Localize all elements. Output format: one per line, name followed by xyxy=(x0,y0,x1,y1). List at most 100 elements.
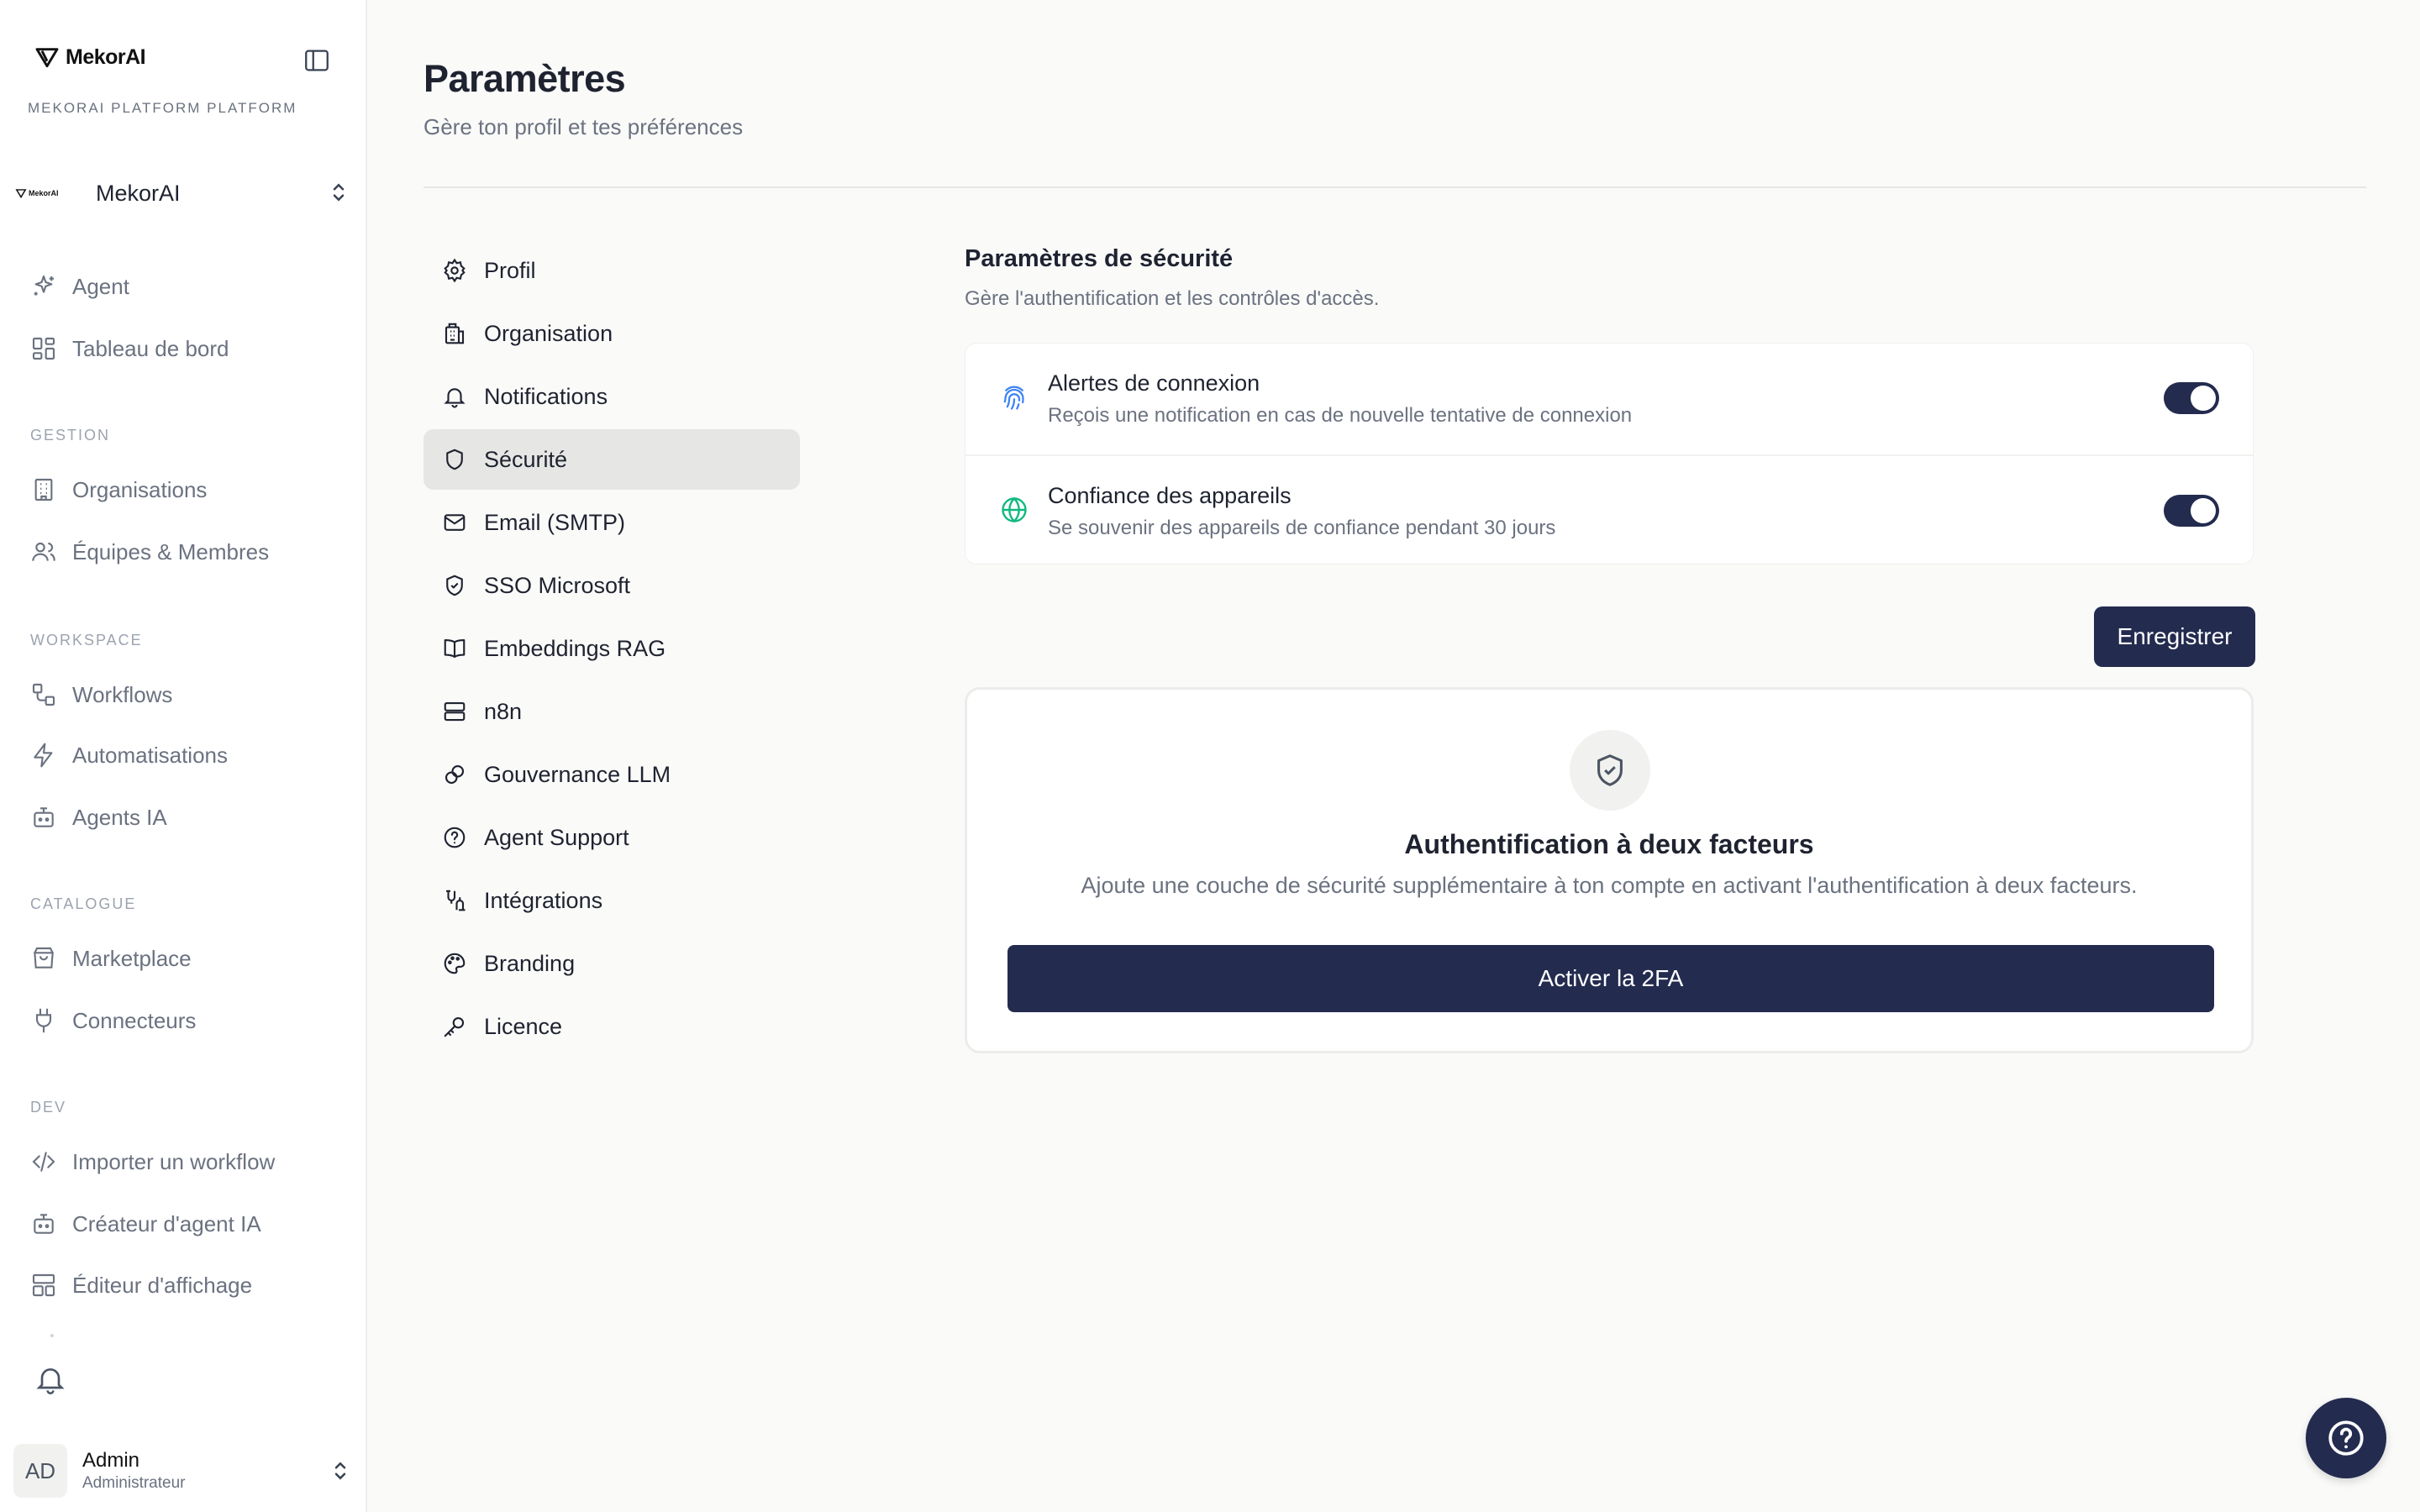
section-title: Paramètres de sécurité xyxy=(965,245,1234,272)
security-options-card: Alertes de connexion Reçois une notifica… xyxy=(965,343,2254,564)
sidebar-item-agent-creator[interactable]: Créateur d'agent IA xyxy=(30,1207,261,1241)
settings-nav-licence[interactable]: Licence xyxy=(424,996,800,1057)
option-title: Alertes de connexion xyxy=(1048,370,1260,396)
settings-nav-label: Profil xyxy=(484,257,536,283)
help-button[interactable] xyxy=(2306,1398,2386,1478)
org-logo-icon xyxy=(15,189,27,199)
bell-icon xyxy=(36,1368,65,1394)
two-factor-icon-wrap xyxy=(1570,730,1650,811)
sidebar-toggle-button[interactable] xyxy=(302,46,331,75)
sidebar-item-connecteurs[interactable]: Connecteurs xyxy=(30,1004,196,1037)
two-factor-description: Ajoute une couche de sécurité supplément… xyxy=(1081,873,2138,898)
settings-nav-label: SSO Microsoft xyxy=(484,572,631,598)
settings-nav-label: Licence xyxy=(484,1013,563,1039)
settings-nav-branding[interactable]: Branding xyxy=(424,933,800,994)
user-name: Admin xyxy=(82,1449,140,1472)
scroll-indicator xyxy=(50,1334,54,1337)
enable-2fa-button[interactable]: Activer la 2FA xyxy=(1007,945,2214,1012)
option-title: Confiance des appareils xyxy=(1048,483,1292,508)
page-subtitle: Gère ton profil et tes préférences xyxy=(424,114,744,139)
sidebar-item-teams[interactable]: Équipes & Membres xyxy=(30,535,269,569)
settings-nav-agent-support[interactable]: Agent Support xyxy=(424,807,800,868)
sidebar-item-workflows[interactable]: Workflows xyxy=(30,678,172,711)
platform-label: MEKORAI PLATFORM PLATFORM xyxy=(28,100,297,116)
two-factor-title: Authentification à deux facteurs xyxy=(1404,829,1814,859)
sidebar-item-label: Organisations xyxy=(72,476,208,502)
sidebar-item-label: Créateur d'agent IA xyxy=(72,1210,261,1236)
building-icon xyxy=(34,478,53,501)
page-title: Paramètres xyxy=(424,57,626,100)
header-divider xyxy=(424,186,2366,188)
settings-nav-label: Agent Support xyxy=(484,824,629,850)
shield-check-icon xyxy=(446,575,463,596)
shield-icon xyxy=(446,449,463,470)
avatar: AD xyxy=(13,1444,67,1498)
chevrons-up-down-icon xyxy=(334,1462,346,1480)
settings-nav-label: Intégrations xyxy=(484,887,603,913)
settings-nav-notifications[interactable]: Notifications xyxy=(424,366,800,427)
toggle-knob xyxy=(2191,386,2216,411)
bot-icon xyxy=(34,807,54,827)
settings-nav-organisation[interactable]: Organisation xyxy=(424,303,800,364)
fingerprint-icon xyxy=(1003,386,1024,410)
sidebar-item-label: Éditeur d'affichage xyxy=(72,1272,253,1298)
sidebar-item-agent[interactable]: Agent xyxy=(30,270,129,303)
section-heading-dev: DEV xyxy=(30,1099,67,1116)
sidebar-item-label: Équipes & Membres xyxy=(72,538,270,564)
settings-nav-email[interactable]: Email (SMTP) xyxy=(424,492,800,553)
settings-nav-label: Gouvernance LLM xyxy=(484,761,671,787)
sidebar-item-label: Tableau de bord xyxy=(72,335,229,361)
sidebar-item-marketplace[interactable]: Marketplace xyxy=(30,942,192,975)
key-icon xyxy=(444,1016,465,1037)
sidebar-item-label: Connecteurs xyxy=(72,1007,197,1033)
user-menu[interactable]: AD Admin Administrateur xyxy=(13,1443,353,1499)
users-icon xyxy=(32,542,55,561)
building-icon xyxy=(445,323,465,344)
two-factor-card: Authentification à deux facteurs Ajoute … xyxy=(965,687,2254,1053)
code-icon xyxy=(32,1152,55,1172)
brand-logo[interactable]: MekorAI xyxy=(34,44,146,71)
bell-icon xyxy=(444,388,466,408)
settings-nav-integrations[interactable]: Intégrations xyxy=(424,870,800,931)
sparkles-icon xyxy=(34,275,54,296)
sidebar-item-import-workflow[interactable]: Importer un workflow xyxy=(30,1145,275,1179)
org-name: MekorAI xyxy=(96,180,181,206)
section-heading-gestion: GESTION xyxy=(30,427,111,444)
settings-nav-label: Embeddings RAG xyxy=(484,635,666,661)
logo-icon xyxy=(35,48,59,68)
zap-icon xyxy=(34,743,53,768)
settings-nav-n8n[interactable]: n8n xyxy=(424,681,800,742)
gear-icon xyxy=(444,258,466,283)
section-subtitle: Gère l'authentification et les contrôles… xyxy=(965,287,1380,310)
org-logo-text: MekorAI xyxy=(29,189,59,197)
device-trust-toggle[interactable] xyxy=(2164,495,2219,527)
sidebar-item-label: Workflows xyxy=(72,681,173,707)
settings-nav-label: Organisation xyxy=(484,320,613,346)
sidebar-item-label: Importer un workflow xyxy=(72,1148,276,1174)
notifications-button[interactable] xyxy=(34,1362,67,1400)
sidebar-item-agents-ia[interactable]: Agents IA xyxy=(30,801,167,834)
sidebar-item-automatisations[interactable]: Automatisations xyxy=(30,738,228,772)
layout-icon xyxy=(32,1273,55,1297)
option-device-trust: Confiance des appareils Se souvenir des … xyxy=(965,454,2253,567)
settings-nav-gouvernance[interactable]: Gouvernance LLM xyxy=(424,744,800,805)
sidebar-item-label: Automatisations xyxy=(72,742,228,768)
settings-nav-profil[interactable]: Profil xyxy=(424,240,800,301)
sidebar-item-label: Agents IA xyxy=(72,804,167,830)
sidebar-panel-icon xyxy=(305,50,329,71)
sidebar-item-organisations[interactable]: Organisations xyxy=(30,473,207,507)
option-description: Reçois une notification en cas de nouvel… xyxy=(1048,404,1633,427)
user-role: Administrateur xyxy=(82,1474,186,1492)
sidebar-item-label: Marketplace xyxy=(72,945,192,971)
settings-nav-securite[interactable]: Sécurité xyxy=(424,429,800,490)
server-icon xyxy=(444,701,466,722)
org-switcher[interactable]: MekorAI MekorAI xyxy=(15,173,351,213)
save-button[interactable]: Enregistrer xyxy=(2094,606,2255,667)
sidebar-item-dashboard[interactable]: Tableau de bord xyxy=(30,332,229,365)
toggle-knob xyxy=(2191,498,2216,523)
sidebar-item-display-editor[interactable]: Éditeur d'affichage xyxy=(30,1268,252,1302)
shopping-bag-icon xyxy=(34,947,54,969)
settings-nav-sso[interactable]: SSO Microsoft xyxy=(424,555,800,616)
login-alerts-toggle[interactable] xyxy=(2164,382,2219,414)
settings-nav-embeddings[interactable]: Embeddings RAG xyxy=(424,618,800,679)
